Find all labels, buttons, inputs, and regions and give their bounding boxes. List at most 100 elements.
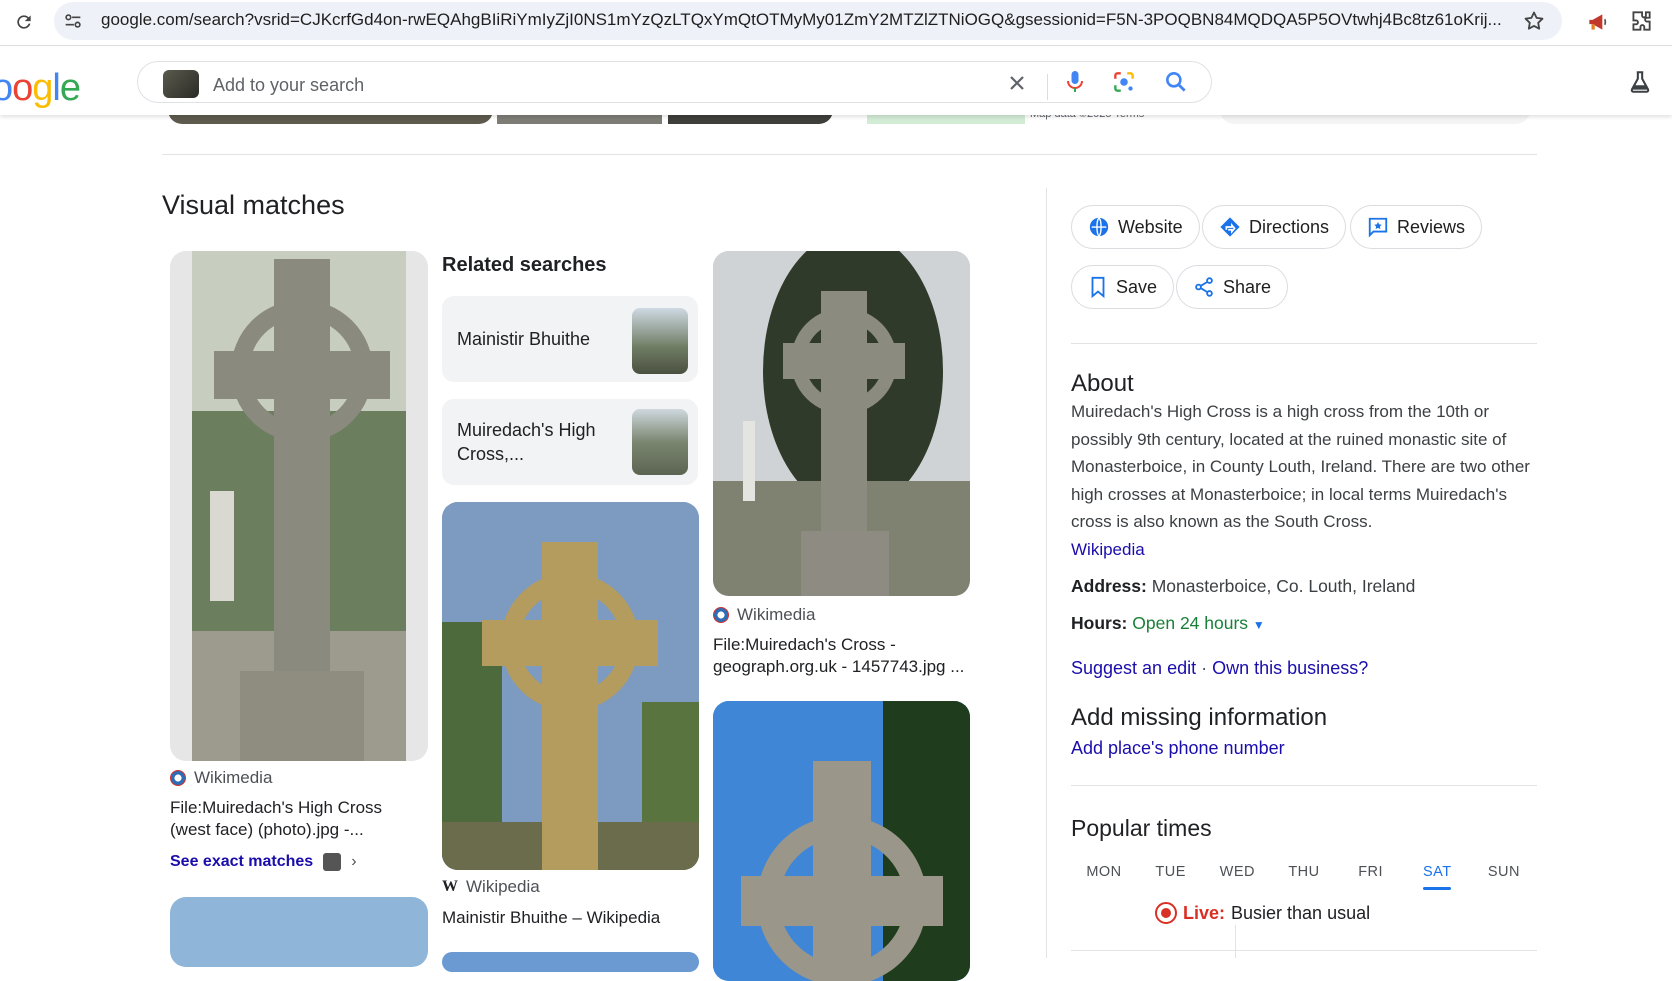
related-search-chip[interactable]: Muiredach's High Cross,... xyxy=(442,399,698,485)
website-button[interactable]: Website xyxy=(1071,205,1200,249)
about-description: Muiredach's High Cross is a high cross f… xyxy=(1071,398,1531,563)
labs-flask-icon[interactable] xyxy=(1627,69,1653,95)
globe-icon xyxy=(1089,217,1109,237)
related-search-label: Mainistir Bhuithe xyxy=(457,329,591,349)
day-tab[interactable]: THU xyxy=(1271,864,1337,880)
day-tab[interactable]: FRI xyxy=(1338,864,1404,880)
search-input[interactable]: Add to your search xyxy=(213,75,364,96)
reviews-label: Reviews xyxy=(1397,216,1466,237)
image-result[interactable] xyxy=(442,502,699,870)
source-name: Wikimedia xyxy=(737,605,816,624)
search-header: oogle Add to your search xyxy=(0,47,1672,115)
hours-label: Hours: xyxy=(1071,613,1128,633)
save-label: Save xyxy=(1116,276,1158,297)
wikimedia-icon xyxy=(713,607,729,623)
image-result[interactable] xyxy=(170,251,428,761)
about-heading: About xyxy=(1071,370,1134,397)
result-source[interactable]: Wikimedia xyxy=(713,605,815,625)
google-logo[interactable]: oogle xyxy=(0,67,81,110)
high-cross-photo xyxy=(713,251,970,596)
related-search-thumb xyxy=(632,409,688,475)
related-search-chip[interactable]: Mainistir Bhuithe xyxy=(442,296,698,382)
logo-letter: o xyxy=(12,67,33,109)
panel-divider xyxy=(1046,188,1047,958)
image-result[interactable] xyxy=(713,251,970,596)
add-phone-link[interactable]: Add place's phone number xyxy=(1071,738,1285,759)
share-button[interactable]: Share xyxy=(1176,265,1289,309)
bookmark-icon xyxy=(1091,276,1105,298)
divider xyxy=(1047,74,1048,100)
logo-letter: o xyxy=(0,67,13,109)
wikipedia-link[interactable]: Wikipedia xyxy=(1071,540,1145,559)
live-status: Live: Busier than usual xyxy=(1155,902,1370,924)
wikimedia-icon xyxy=(170,770,186,786)
site-info-icon[interactable] xyxy=(62,10,84,32)
wikipedia-icon: W xyxy=(442,878,458,895)
day-tab[interactable]: MON xyxy=(1071,864,1137,880)
query-image-thumbnail[interactable] xyxy=(163,70,199,98)
bookmark-star-icon[interactable] xyxy=(1522,9,1546,33)
about-text: Muiredach's High Cross is a high cross f… xyxy=(1071,402,1530,531)
visual-matches-title: Visual matches xyxy=(162,190,345,220)
share-icon xyxy=(1195,277,1213,297)
day-tab-selected[interactable]: SAT xyxy=(1404,864,1470,890)
result-source[interactable]: Wikimedia xyxy=(170,768,272,788)
add-missing-heading: Add missing information xyxy=(1071,704,1328,731)
live-dot-icon xyxy=(1155,902,1177,924)
day-tab[interactable]: WED xyxy=(1204,864,1270,880)
result-caption[interactable]: File:Muiredach's High Cross (west face) … xyxy=(170,797,415,841)
address-value: Monasterboice, Co. Louth, Ireland xyxy=(1151,576,1416,596)
website-label: Website xyxy=(1118,216,1183,237)
google-lens-icon[interactable] xyxy=(1111,69,1137,95)
divider xyxy=(1071,785,1537,786)
hours-value[interactable]: Open 24 hours xyxy=(1132,613,1248,633)
suggest-edit-link[interactable]: Suggest an edit xyxy=(1071,658,1196,678)
directions-button[interactable]: Directions xyxy=(1202,205,1347,249)
share-label: Share xyxy=(1223,276,1272,297)
address-label: Address: xyxy=(1071,576,1147,596)
hours-row[interactable]: Hours: Open 24 hours ▼ xyxy=(1071,613,1265,634)
save-button[interactable]: Save xyxy=(1071,265,1175,309)
reload-icon[interactable] xyxy=(10,8,38,36)
directions-icon xyxy=(1220,217,1240,237)
search-icon[interactable] xyxy=(1163,69,1189,95)
result-caption[interactable]: Mainistir Bhuithe – Wikipedia xyxy=(442,907,692,929)
source-name: Wikimedia xyxy=(194,768,273,787)
image-result[interactable] xyxy=(442,952,699,972)
live-text: Busier than usual xyxy=(1231,902,1371,923)
extensions-puzzle-icon[interactable] xyxy=(1628,8,1654,34)
image-result[interactable] xyxy=(713,701,970,981)
source-name: Wikipedia xyxy=(466,877,540,896)
live-label: Live: xyxy=(1183,902,1226,923)
divider xyxy=(162,154,1537,155)
day-tab[interactable]: TUE xyxy=(1138,864,1204,880)
image-result[interactable] xyxy=(170,897,428,967)
review-icon xyxy=(1368,217,1388,238)
high-cross-photo xyxy=(192,251,406,761)
clear-icon[interactable] xyxy=(1005,71,1029,95)
related-search-label: Muiredach's High Cross,... xyxy=(457,420,596,464)
logo-letter: e xyxy=(59,67,81,109)
related-searches-title: Related searches xyxy=(442,254,607,276)
own-business-link[interactable]: Own this business? xyxy=(1212,658,1368,678)
related-search-thumb xyxy=(632,308,688,374)
microphone-icon[interactable] xyxy=(1063,69,1087,95)
megaphone-icon[interactable] xyxy=(1585,9,1611,35)
see-exact-label: See exact matches xyxy=(170,853,314,870)
result-source[interactable]: W Wikipedia xyxy=(442,877,540,897)
dot-separator: · xyxy=(1201,658,1208,678)
logo-letter: l xyxy=(52,67,61,109)
caret-down-icon[interactable]: ▼ xyxy=(1253,618,1265,632)
divider xyxy=(1071,343,1537,344)
chart-marker-line xyxy=(1235,925,1236,958)
day-tab[interactable]: SUN xyxy=(1471,864,1537,880)
url-text[interactable]: google.com/search?vsrid=CJKcrfGd4on-rwEQ… xyxy=(101,10,1501,30)
chart-baseline xyxy=(1071,950,1537,951)
exact-match-thumb-icon xyxy=(323,853,342,871)
reviews-button[interactable]: Reviews xyxy=(1350,205,1483,249)
result-caption[interactable]: File:Muiredach's Cross - geograph.org.uk… xyxy=(713,634,968,678)
edit-links: Suggest an edit · Own this business? xyxy=(1071,658,1368,679)
address-row: Address: Monasterboice, Co. Louth, Irela… xyxy=(1071,576,1415,597)
see-exact-matches-link[interactable]: See exact matches › xyxy=(170,853,357,871)
high-cross-photo xyxy=(442,502,699,870)
